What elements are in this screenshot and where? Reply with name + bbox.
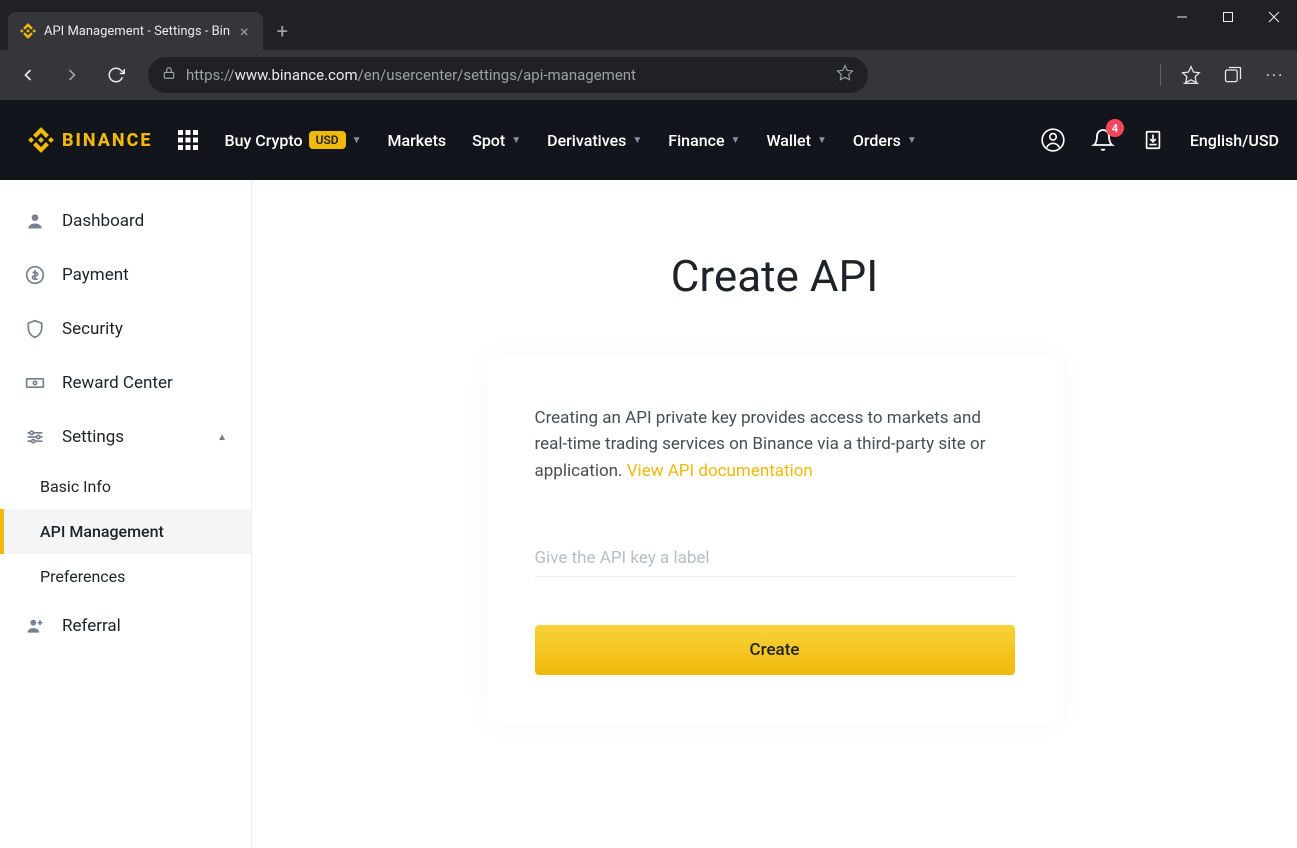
sliders-icon <box>24 426 46 448</box>
notifications-icon[interactable]: 4 <box>1090 127 1116 153</box>
sidebar-label: Security <box>62 319 123 339</box>
minimize-button[interactable] <box>1159 0 1205 34</box>
main-area: Dashboard Payment Security Reward Center… <box>0 180 1297 848</box>
sidebar-sub-preferences[interactable]: Preferences <box>0 554 251 599</box>
caret-down-icon: ▼ <box>731 135 741 146</box>
nav-orders[interactable]: Orders ▼ <box>853 131 917 150</box>
header-right: 4 English/USD <box>1040 127 1279 153</box>
create-button[interactable]: Create <box>535 625 1015 675</box>
new-tab-button[interactable]: + <box>263 12 302 50</box>
nav-label: Orders <box>853 131 901 150</box>
nav-label: Derivatives <box>547 131 626 150</box>
nav-wallet[interactable]: Wallet ▼ <box>766 131 826 150</box>
tab-close-button[interactable]: × <box>238 22 251 41</box>
nav-finance[interactable]: Finance ▼ <box>668 131 740 150</box>
nav-markets[interactable]: Markets <box>388 131 447 150</box>
sidebar-label: Referral <box>62 616 121 636</box>
language-currency[interactable]: English/USD <box>1190 131 1279 150</box>
nav-label: Buy Crypto <box>224 131 302 150</box>
binance-logo-icon <box>28 127 54 153</box>
sidebar: Dashboard Payment Security Reward Center… <box>0 180 252 848</box>
sidebar-item-settings[interactable]: Settings ▲ <box>0 410 251 464</box>
tab-favicon <box>20 23 36 39</box>
window-controls <box>1159 0 1297 50</box>
main-nav: Buy Crypto USD ▼ Markets Spot ▼ Derivativ… <box>224 131 916 150</box>
card-description: Creating an API private key provides acc… <box>535 405 1015 484</box>
sidebar-item-payment[interactable]: Payment <box>0 248 251 302</box>
page-title: Create API <box>671 250 878 302</box>
shield-icon <box>24 318 46 340</box>
person-icon <box>24 210 46 232</box>
sidebar-label: Payment <box>62 265 129 285</box>
forward-button[interactable] <box>54 57 90 93</box>
nav-label: Markets <box>388 131 447 150</box>
browser-toolbar: https://www.binance.com/en/usercenter/se… <box>0 50 1297 100</box>
browser-tab[interactable]: API Management - Settings - Bin × <box>8 12 263 50</box>
caret-down-icon: ▼ <box>511 135 521 146</box>
more-menu-button[interactable]: ··· <box>1263 63 1287 87</box>
notification-badge: 4 <box>1106 119 1124 137</box>
back-button[interactable] <box>10 57 46 93</box>
nav-label: Finance <box>668 131 724 150</box>
divider <box>1160 64 1161 86</box>
content: Create API Creating an API private key p… <box>252 180 1297 848</box>
caret-down-icon: ▼ <box>907 135 917 146</box>
sidebar-item-reward-center[interactable]: Reward Center <box>0 356 251 410</box>
caret-down-icon: ▼ <box>817 135 827 146</box>
lock-icon <box>162 66 176 84</box>
address-bar[interactable]: https://www.binance.com/en/usercenter/se… <box>148 57 868 93</box>
input-wrapper <box>535 540 1015 577</box>
api-label-input[interactable] <box>535 540 1015 576</box>
caret-down-icon: ▼ <box>352 135 362 146</box>
nav-label: Wallet <box>766 131 811 150</box>
dollar-icon <box>24 264 46 286</box>
favorite-star-icon[interactable] <box>836 64 854 86</box>
favorites-list-icon[interactable] <box>1179 63 1203 87</box>
usd-badge: USD <box>309 131 346 149</box>
ticket-icon <box>24 372 46 394</box>
nav-derivatives[interactable]: Derivatives ▼ <box>547 131 642 150</box>
nav-buy-crypto[interactable]: Buy Crypto USD ▼ <box>224 131 361 150</box>
binance-logo[interactable]: BINANCE <box>28 127 152 153</box>
api-documentation-link[interactable]: View API documentation <box>627 461 813 481</box>
apps-grid-icon[interactable] <box>178 130 198 150</box>
maximize-button[interactable] <box>1205 0 1251 34</box>
account-icon[interactable] <box>1040 127 1066 153</box>
download-icon[interactable] <box>1140 127 1166 153</box>
sidebar-sub-basic-info[interactable]: Basic Info <box>0 464 251 509</box>
logo-text: BINANCE <box>62 130 152 151</box>
sidebar-label: Dashboard <box>62 211 144 231</box>
sidebar-item-referral[interactable]: Referral <box>0 599 251 653</box>
tab-title: API Management - Settings - Bin <box>44 24 230 39</box>
close-window-button[interactable] <box>1251 0 1297 34</box>
person-add-icon <box>24 615 46 637</box>
nav-label: Spot <box>472 131 505 150</box>
site-header: BINANCE Buy Crypto USD ▼ Markets Spot ▼ D… <box>0 100 1297 180</box>
collections-icon[interactable] <box>1221 63 1245 87</box>
sidebar-label: Settings <box>62 427 124 447</box>
sidebar-item-security[interactable]: Security <box>0 302 251 356</box>
refresh-button[interactable] <box>98 57 134 93</box>
url-text: https://www.binance.com/en/usercenter/se… <box>186 66 826 84</box>
sidebar-sub-api-management[interactable]: API Management <box>0 509 251 554</box>
create-api-card: Creating an API private key provides acc… <box>487 357 1063 723</box>
caret-down-icon: ▼ <box>632 135 642 146</box>
sidebar-item-dashboard[interactable]: Dashboard <box>0 194 251 248</box>
toolbar-right-icons: ··· <box>1160 63 1287 87</box>
nav-spot[interactable]: Spot ▼ <box>472 131 521 150</box>
chevron-up-icon: ▲ <box>217 432 227 443</box>
sidebar-label: Reward Center <box>62 373 173 393</box>
browser-tab-bar: API Management - Settings - Bin × + <box>0 0 1297 50</box>
